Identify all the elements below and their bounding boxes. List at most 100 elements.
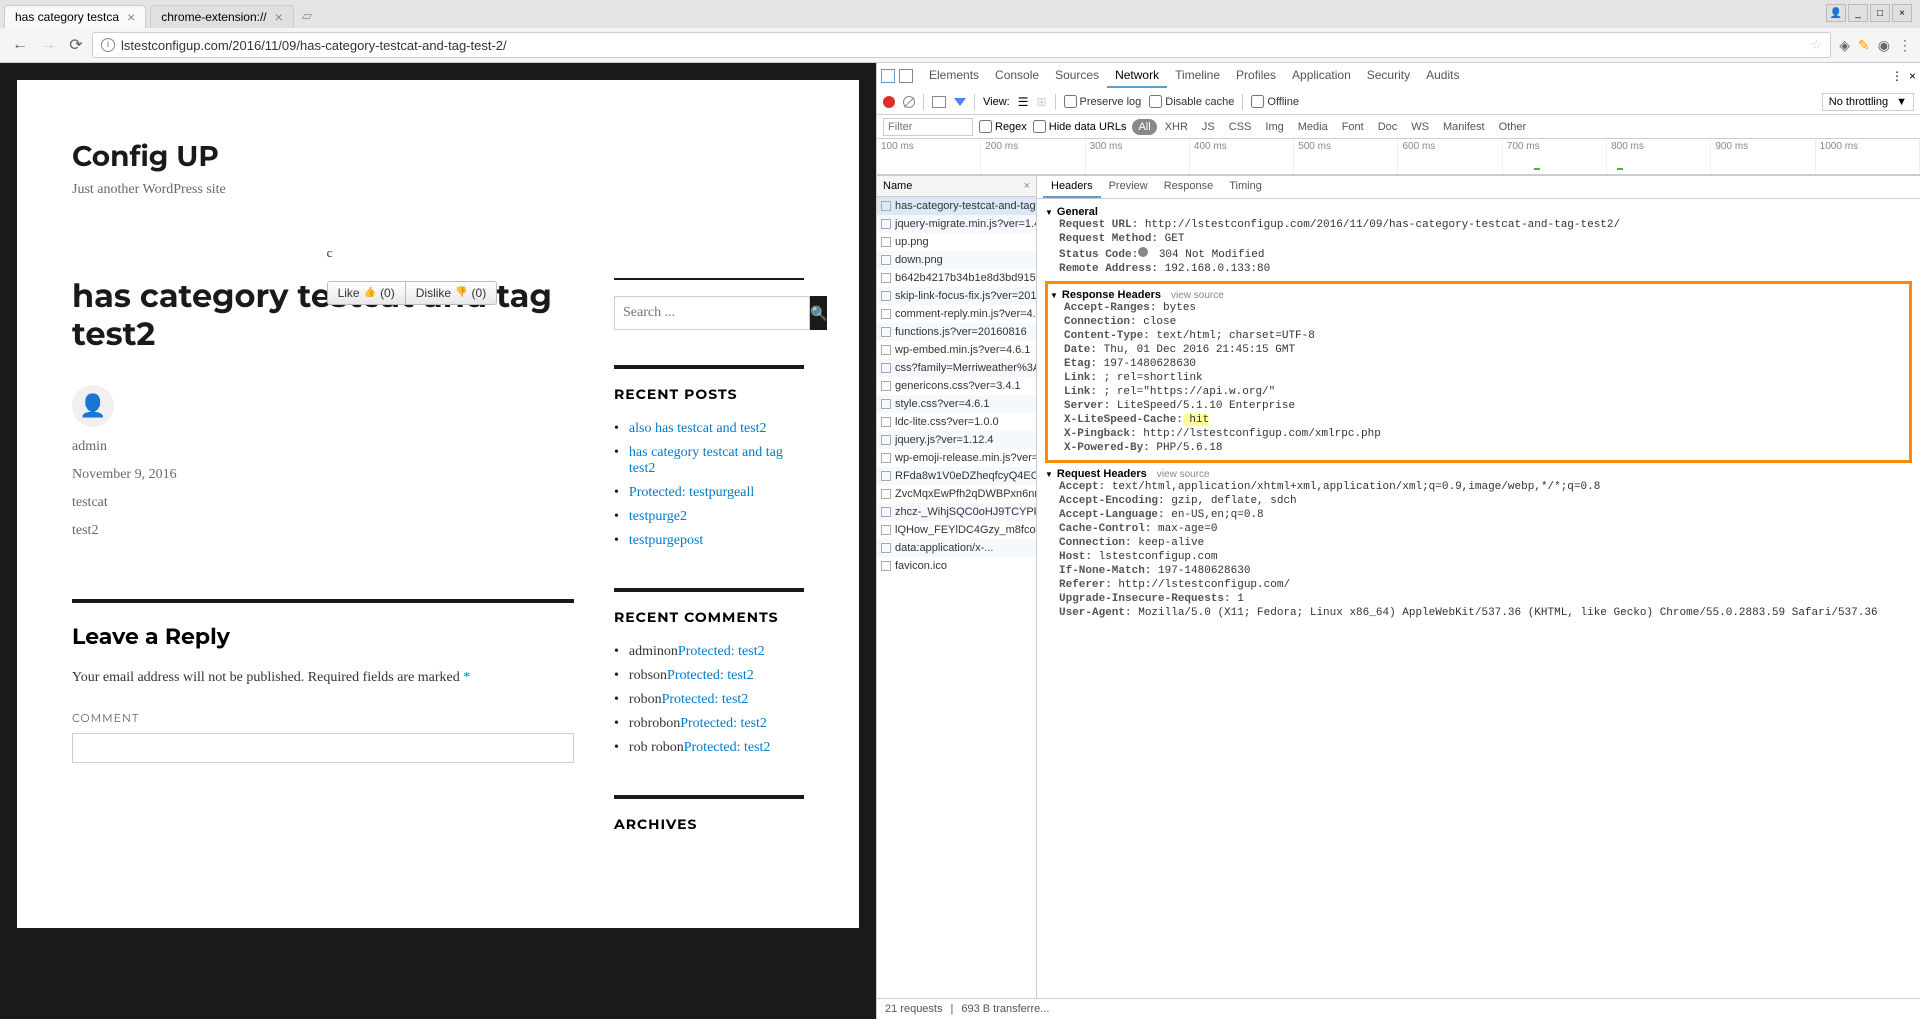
comment-link[interactable]: Protected: test2 [667, 668, 754, 684]
throttling-select[interactable]: No throttling▼ [1822, 93, 1914, 111]
tab-0[interactable]: has category testca× [4, 5, 146, 28]
filter-media[interactable]: Media [1292, 119, 1334, 135]
tag[interactable]: test2 [72, 523, 177, 539]
post-link[interactable]: also has testcat and test2 [629, 421, 767, 437]
request-item[interactable]: b642b4217b34b1e8d3bd915fc65... [877, 269, 1036, 287]
offline-checkbox[interactable]: Offline [1251, 95, 1299, 108]
checkbox[interactable] [881, 453, 891, 463]
filter-css[interactable]: CSS [1223, 119, 1258, 135]
checkbox[interactable] [881, 489, 891, 499]
like-button[interactable]: Like👍(0) [327, 281, 406, 305]
ext-icon[interactable]: ◉ [1878, 37, 1890, 54]
devtools-tab-audits[interactable]: Audits [1418, 64, 1467, 88]
comment-link[interactable]: Protected: test2 [662, 692, 749, 708]
checkbox[interactable] [881, 201, 891, 211]
request-item[interactable]: jquery.js?ver=1.12.4 [877, 431, 1036, 449]
minimize-button[interactable]: _ [1848, 4, 1868, 22]
request-item[interactable]: jquery-migrate.min.js?ver=1.4.1 [877, 215, 1036, 233]
detail-tab-preview[interactable]: Preview [1101, 176, 1156, 198]
search-button[interactable]: 🔍 [810, 296, 827, 330]
request-item[interactable]: up.png [877, 233, 1036, 251]
devtools-tab-application[interactable]: Application [1284, 64, 1359, 88]
post-link[interactable]: Protected: testpurgeall [629, 485, 754, 501]
checkbox[interactable] [881, 219, 891, 229]
checkbox[interactable] [881, 381, 891, 391]
checkbox[interactable] [881, 471, 891, 481]
author[interactable]: admin [72, 439, 177, 455]
filter-xhr[interactable]: XHR [1159, 119, 1194, 135]
close-icon[interactable]: × [1909, 69, 1916, 83]
checkbox[interactable] [881, 237, 891, 247]
request-item[interactable]: ldc-lite.css?ver=1.0.0 [877, 413, 1036, 431]
request-item[interactable]: down.png [877, 251, 1036, 269]
inspect-icon[interactable] [881, 69, 895, 83]
checkbox[interactable] [881, 273, 891, 283]
star-icon[interactable]: ☆ [1811, 37, 1823, 53]
page-viewport[interactable]: Config UP Just another WordPress site ha… [0, 63, 876, 1019]
checkbox[interactable] [881, 525, 891, 535]
request-item[interactable]: css?family=Merriweather%3A40... [877, 359, 1036, 377]
devtools-tab-profiles[interactable]: Profiles [1228, 64, 1284, 88]
close-icon[interactable]: × [1024, 180, 1030, 192]
close-icon[interactable]: × [127, 10, 135, 24]
filter-js[interactable]: JS [1196, 119, 1221, 135]
timeline[interactable]: 100 ms200 ms300 ms400 ms500 ms600 ms700 … [877, 139, 1920, 175]
post-link[interactable]: testpurgepost [629, 533, 703, 549]
request-item[interactable]: favicon.ico [877, 557, 1036, 575]
request-item[interactable]: comment-reply.min.js?ver=4.6.1 [877, 305, 1036, 323]
user-icon[interactable]: 👤 [1826, 4, 1846, 22]
devtools-tab-console[interactable]: Console [987, 64, 1047, 88]
request-item[interactable]: has-category-testcat-and-tag-te... [877, 197, 1036, 215]
devtools-tab-security[interactable]: Security [1359, 64, 1418, 88]
filter-font[interactable]: Font [1336, 119, 1370, 135]
request-item[interactable]: ZvcMqxEwPfh2qDWBPxn6nnkd... [877, 485, 1036, 503]
view-source-link[interactable]: view source [1157, 469, 1210, 480]
comment-link[interactable]: Protected: test2 [678, 644, 765, 660]
view-list-icon[interactable]: ☰ [1018, 95, 1029, 109]
site-title[interactable]: Config UP [72, 140, 804, 174]
request-headers-section[interactable]: Request Headersview source [1045, 468, 1912, 480]
request-item[interactable]: data:application/x-... [877, 539, 1036, 557]
request-item[interactable]: zhcz-_WihjSQC0oHJ9TCYPk_vA... [877, 503, 1036, 521]
device-icon[interactable] [899, 69, 913, 83]
filter-doc[interactable]: Doc [1372, 119, 1404, 135]
reload-button[interactable]: ⟳ [64, 33, 88, 57]
dislike-button[interactable]: Dislike👎(0) [406, 281, 497, 305]
comment-link[interactable]: Protected: test2 [684, 740, 771, 756]
view-source-link[interactable]: view source [1171, 290, 1224, 301]
devtools-tab-elements[interactable]: Elements [921, 64, 987, 88]
filter-manifest[interactable]: Manifest [1437, 119, 1491, 135]
url-input[interactable]: ilstestconfigup.com/2016/11/09/has-categ… [92, 32, 1831, 58]
view-grid-icon[interactable]: ⊞ [1036, 95, 1046, 109]
disable-cache-checkbox[interactable]: Disable cache [1149, 95, 1234, 108]
capture-icon[interactable] [932, 96, 946, 108]
checkbox[interactable] [881, 327, 891, 337]
filter-all[interactable]: All [1132, 119, 1156, 135]
regex-checkbox[interactable]: Regex [979, 120, 1027, 133]
ext-icon[interactable]: ✎ [1858, 37, 1870, 54]
preserve-log-checkbox[interactable]: Preserve log [1064, 95, 1142, 108]
post-date[interactable]: November 9, 2016 [72, 467, 177, 483]
request-item[interactable]: skip-link-focus-fix.js?ver=20160... [877, 287, 1036, 305]
devtools-tab-sources[interactable]: Sources [1047, 64, 1107, 88]
general-section[interactable]: General [1045, 206, 1912, 218]
request-items[interactable]: has-category-testcat-and-tag-te...jquery… [877, 197, 1036, 998]
response-headers-section[interactable]: Response Headersview source [1050, 289, 1907, 301]
checkbox[interactable] [881, 291, 891, 301]
post-link[interactable]: testpurge2 [629, 509, 687, 525]
request-item[interactable]: genericons.css?ver=3.4.1 [877, 377, 1036, 395]
checkbox[interactable] [881, 399, 891, 409]
detail-tab-response[interactable]: Response [1156, 176, 1222, 198]
comment-textarea[interactable] [72, 733, 574, 763]
maximize-button[interactable]: □ [1870, 4, 1890, 22]
request-item[interactable]: RFda8w1V0eDZheqfcyQ4EOgd... [877, 467, 1036, 485]
request-item[interactable]: wp-embed.min.js?ver=4.6.1 [877, 341, 1036, 359]
checkbox[interactable] [881, 507, 891, 517]
detail-tab-headers[interactable]: Headers [1043, 176, 1101, 198]
record-button[interactable] [883, 96, 895, 108]
close-button[interactable]: × [1892, 4, 1912, 22]
clear-button[interactable] [903, 96, 915, 108]
checkbox[interactable] [881, 543, 891, 553]
filter-img[interactable]: Img [1259, 119, 1289, 135]
checkbox[interactable] [881, 345, 891, 355]
